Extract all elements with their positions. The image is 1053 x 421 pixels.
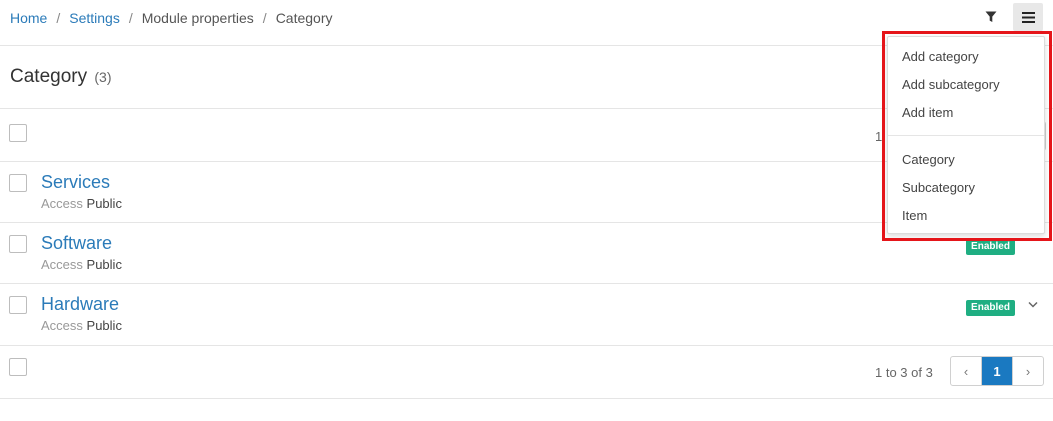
- page-1-button[interactable]: 1: [981, 357, 1012, 385]
- divider: [0, 398, 1053, 399]
- row-title-link[interactable]: Software: [41, 232, 112, 254]
- row-checkbox[interactable]: [9, 235, 27, 253]
- meta-value: Public: [86, 257, 122, 272]
- menu-item-add-subcategory[interactable]: Add subcategory: [902, 77, 1000, 93]
- row-title-link[interactable]: Hardware: [41, 293, 119, 315]
- breadcrumb-module-properties: Module properties: [141, 10, 254, 26]
- breadcrumb-separator: /: [262, 10, 267, 26]
- breadcrumb-settings-link[interactable]: Settings: [69, 10, 120, 26]
- select-all-checkbox-bottom[interactable]: [9, 358, 27, 376]
- meta-value: Public: [86, 318, 122, 333]
- pagination-summary-top: 1: [875, 129, 883, 144]
- status-badge: Enabled: [966, 300, 1015, 316]
- divider: [0, 345, 1053, 346]
- page-title: Category (3): [10, 64, 112, 90]
- pagination: ‹ 1 ›: [950, 356, 1044, 386]
- row-meta: Access Public: [41, 257, 122, 273]
- row-checkbox[interactable]: [9, 296, 27, 314]
- hamburger-menu-icon: [1021, 11, 1035, 23]
- row-title-link[interactable]: Services: [41, 171, 110, 193]
- menu-divider: [888, 135, 1044, 136]
- prev-page-button[interactable]: ‹: [951, 357, 981, 385]
- meta-label: Access: [41, 257, 83, 272]
- breadcrumb-separator: /: [56, 10, 61, 26]
- actions-dropdown-menu: Add category Add subcategory Add item Ca…: [887, 36, 1045, 234]
- next-page-button[interactable]: ›: [1012, 357, 1043, 385]
- breadcrumb-separator: /: [128, 10, 133, 26]
- menu-button[interactable]: [1013, 3, 1043, 31]
- page-title-text: Category: [10, 66, 88, 87]
- row-meta: Access Public: [41, 318, 122, 334]
- filter-icon: [985, 11, 997, 22]
- status-badge: Enabled: [966, 239, 1015, 255]
- divider: [0, 283, 1053, 284]
- breadcrumb-home-link[interactable]: Home: [10, 10, 47, 26]
- menu-item-category[interactable]: Category: [902, 152, 955, 168]
- item-count: (3): [94, 69, 112, 85]
- menu-item-item[interactable]: Item: [902, 208, 927, 224]
- row-checkbox[interactable]: [9, 174, 27, 192]
- meta-label: Access: [41, 196, 83, 211]
- breadcrumb: Home / Settings / Module properties / Category: [10, 9, 333, 27]
- breadcrumb-current: Category: [275, 10, 333, 26]
- meta-label: Access: [41, 318, 83, 333]
- select-all-checkbox[interactable]: [9, 124, 27, 142]
- filter-button[interactable]: [976, 3, 1006, 31]
- menu-item-subcategory[interactable]: Subcategory: [902, 180, 975, 196]
- menu-item-add-item[interactable]: Add item: [902, 105, 953, 121]
- chevron-down-icon: [1028, 301, 1038, 308]
- pagination-summary: 1 to 3 of 3: [875, 365, 933, 380]
- menu-item-add-category[interactable]: Add category: [902, 49, 979, 65]
- expand-button[interactable]: [1026, 297, 1040, 311]
- row-meta: Access Public: [41, 196, 122, 212]
- meta-value: Public: [86, 196, 122, 211]
